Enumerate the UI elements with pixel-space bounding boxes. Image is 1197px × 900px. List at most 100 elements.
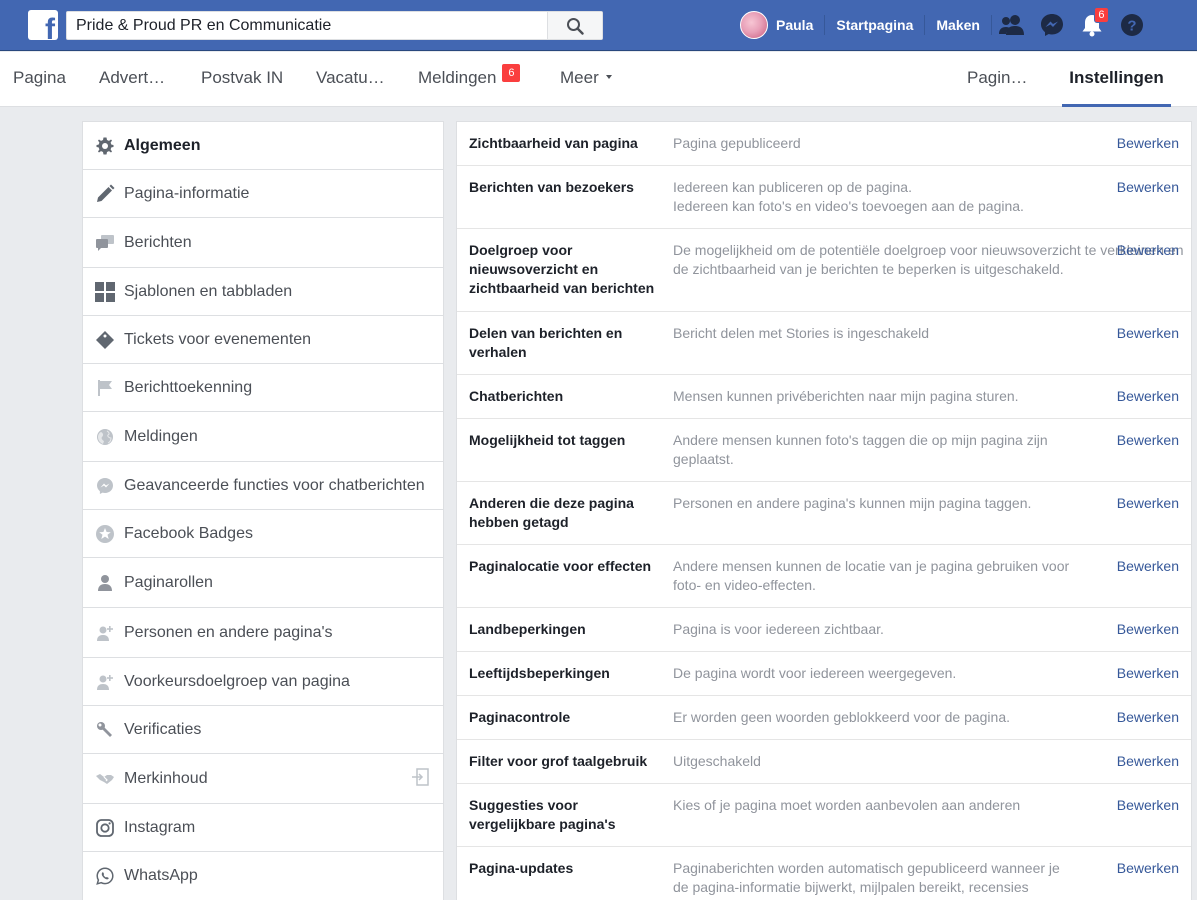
sidebar-item-verificaties[interactable]: Verificaties: [83, 706, 443, 754]
ticket-icon: [95, 330, 115, 350]
search-box: [66, 11, 603, 40]
sidebar-item-whatsapp[interactable]: WhatsApp: [83, 852, 443, 900]
sidebar-item-label: Pagina-informatie: [124, 184, 250, 202]
setting-value: Pagina gepubliceerd: [673, 135, 801, 151]
notifications-button[interactable]: 6: [1072, 7, 1112, 40]
settings-row: Pagina-updates Paginaberichten worden au…: [457, 847, 1191, 900]
profile-link[interactable]: Paula: [768, 17, 824, 33]
settings-row: Chatberichten Mensen kunnen privébericht…: [457, 375, 1191, 419]
sidebar-item-label: Sjablonen en tabbladen: [124, 282, 293, 300]
instagram-icon: [95, 818, 115, 838]
external-link-icon[interactable]: [411, 768, 429, 791]
setting-value: Bericht delen met Stories is ingeschakel…: [673, 325, 930, 341]
handshake-icon: [95, 769, 115, 789]
setting-label: Doelgroep voor nieuwsoverzicht en zichtb…: [469, 242, 655, 296]
setting-label: Suggesties voor vergelijkbare pagina's: [469, 797, 616, 832]
settings-row: Zichtbaarheid van pagina Pagina gepublic…: [457, 122, 1191, 166]
svg-text:?: ?: [1127, 18, 1136, 35]
home-link[interactable]: Startpagina: [825, 17, 924, 33]
person-plus-icon: [95, 672, 115, 692]
edit-link[interactable]: Bewerken: [1117, 557, 1179, 576]
sidebar-item-label: Personen en andere pagina's: [124, 623, 333, 641]
edit-link[interactable]: Bewerken: [1117, 387, 1179, 406]
settings-row: Leeftijdsbeperkingen De pagina wordt voo…: [457, 652, 1191, 696]
edit-link[interactable]: Bewerken: [1117, 241, 1179, 260]
sidebar-item-berichten[interactable]: Berichten: [83, 218, 443, 268]
sidebar-item-label: Berichten: [124, 233, 192, 251]
edit-link[interactable]: Bewerken: [1117, 324, 1179, 343]
facebook-logo-icon[interactable]: f: [28, 10, 58, 40]
tab-pagina[interactable]: Pagina: [13, 52, 66, 107]
sidebar-item-facebook-badges[interactable]: Facebook Badges: [83, 510, 443, 558]
setting-value: Andere mensen kunnen de locatie van je p…: [673, 558, 1070, 593]
search-button[interactable]: [547, 12, 602, 39]
tab-meldingen[interactable]: Meldingen 6: [418, 52, 521, 107]
sidebar-item-pagina-informatie[interactable]: Pagina-informatie: [83, 170, 443, 218]
settings-row: Mogelijkheid tot taggen Andere mensen ku…: [457, 419, 1191, 482]
sidebar-item-paginarollen[interactable]: Paginarollen: [83, 558, 443, 608]
sidebar-item-label: Voorkeursdoelgroep van pagina: [124, 672, 350, 690]
tab-vacatures[interactable]: Vacatu…: [316, 52, 385, 107]
whatsapp-icon: [95, 866, 115, 886]
help-button[interactable]: ?: [1112, 10, 1152, 40]
edit-link[interactable]: Bewerken: [1117, 178, 1179, 197]
sidebar-item-label: Facebook Badges: [124, 524, 253, 542]
setting-value: Andere mensen kunnen foto's taggen die o…: [673, 432, 1048, 467]
sidebar-item-personen[interactable]: Personen en andere pagina's: [83, 608, 443, 658]
edit-link[interactable]: Bewerken: [1117, 431, 1179, 450]
setting-label: Mogelijkheid tot taggen: [469, 432, 626, 448]
caret-down-icon: [605, 75, 612, 79]
edit-link[interactable]: Bewerken: [1117, 796, 1179, 815]
sidebar-item-label: Merkinhoud: [124, 769, 208, 787]
sidebar-item-algemeen[interactable]: Algemeen: [83, 122, 443, 170]
settings-sidebar: Algemeen Pagina-informatie Berichten Sja…: [82, 121, 444, 900]
edit-link[interactable]: Bewerken: [1117, 134, 1179, 153]
settings-row: Doelgroep voor nieuwsoverzicht en zichtb…: [457, 229, 1191, 312]
sidebar-item-voorkeursdoelgroep[interactable]: Voorkeursdoelgroep van pagina: [83, 658, 443, 706]
sidebar-item-label: Algemeen: [124, 136, 201, 154]
settings-row: Berichten van bezoekers Iedereen kan pub…: [457, 166, 1191, 229]
setting-value: Paginaberichten worden automatisch gepub…: [673, 860, 1060, 900]
sidebar-item-sjablonen[interactable]: Sjablonen en tabbladen: [83, 268, 443, 316]
edit-link[interactable]: Bewerken: [1117, 708, 1179, 727]
tab-meer-label: Meer: [560, 68, 599, 87]
badge-icon: [95, 524, 115, 544]
settings-row: Filter voor grof taalgebruik Uitgeschake…: [457, 740, 1191, 784]
sidebar-item-label: Paginarollen: [124, 573, 213, 591]
sidebar-item-berichttoekenning[interactable]: Berichttoekenning: [83, 364, 443, 412]
chat-bubbles-icon: [95, 233, 115, 253]
edit-link[interactable]: Bewerken: [1117, 664, 1179, 683]
edit-link[interactable]: Bewerken: [1117, 859, 1179, 878]
avatar[interactable]: [740, 11, 768, 39]
setting-value: Kies of je pagina moet worden aanbevolen…: [673, 797, 1021, 813]
tab-meer-dropdown[interactable]: Meer: [560, 52, 612, 107]
sidebar-item-merkinhoud[interactable]: Merkinhoud: [83, 754, 443, 804]
sidebar-item-tickets[interactable]: Tickets voor evenementen: [83, 316, 443, 364]
tab-advertenties[interactable]: Advert…: [99, 52, 165, 107]
search-input[interactable]: [67, 12, 547, 39]
sidebar-item-meldingen[interactable]: Meldingen: [83, 412, 443, 462]
edit-link[interactable]: Bewerken: [1117, 620, 1179, 639]
sidebar-item-instagram[interactable]: Instagram: [83, 804, 443, 852]
setting-value: Er worden geen woorden geblokkeerd voor …: [673, 709, 1011, 725]
settings-row: Delen van berichten en verhalen Bericht …: [457, 312, 1191, 375]
globe-icon: [95, 427, 115, 447]
setting-label: Delen van berichten en verhalen: [469, 325, 623, 360]
flag-icon: [95, 378, 115, 398]
edit-link[interactable]: Bewerken: [1117, 752, 1179, 771]
friend-requests-button[interactable]: [992, 10, 1032, 40]
create-link[interactable]: Maken: [925, 17, 991, 33]
tab-pagina-hulp[interactable]: Pagin…: [967, 52, 1027, 107]
search-icon: [567, 17, 584, 35]
settings-row: Paginacontrole Er worden geen woorden ge…: [457, 696, 1191, 740]
sidebar-item-geavanceerde-chat[interactable]: Geavanceerde functies voor chatberichten: [83, 462, 443, 510]
messenger-icon: [95, 476, 115, 496]
setting-label: Anderen die deze pagina hebben getagd: [469, 495, 634, 530]
pencil-icon: [95, 184, 115, 204]
edit-link[interactable]: Bewerken: [1117, 494, 1179, 513]
tab-instellingen[interactable]: Instellingen: [1062, 52, 1171, 107]
messages-button[interactable]: [1032, 10, 1072, 40]
notification-count-badge: 6: [1093, 7, 1109, 23]
setting-label: Berichten van bezoekers: [469, 179, 634, 195]
tab-postvak-in[interactable]: Postvak IN: [201, 52, 283, 107]
